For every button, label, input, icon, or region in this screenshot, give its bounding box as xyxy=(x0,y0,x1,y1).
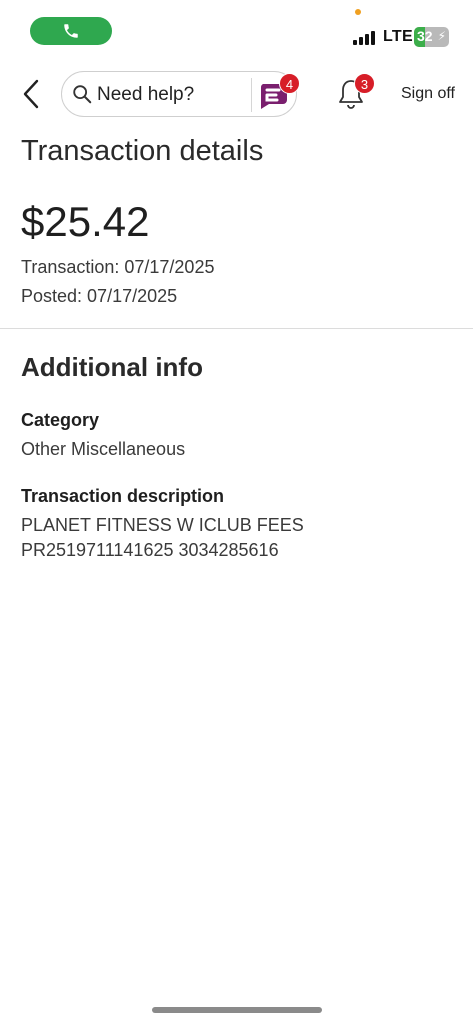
notifications-badge: 3 xyxy=(354,73,375,94)
chevron-left-icon xyxy=(23,79,39,109)
privacy-indicator-dot xyxy=(355,9,361,15)
category-value: Other Miscellaneous xyxy=(21,439,186,459)
battery-icon: 32 ⚡ xyxy=(414,27,449,47)
ongoing-call-pill[interactable] xyxy=(30,17,112,45)
status-bar: LTE 32 ⚡ xyxy=(0,0,473,62)
home-indicator[interactable] xyxy=(152,1007,322,1013)
description-label: Transaction description xyxy=(21,486,225,506)
back-button[interactable] xyxy=(16,76,46,112)
search-divider xyxy=(251,78,252,112)
transaction-date: Transaction: 07/17/2025 xyxy=(21,257,215,277)
section-divider xyxy=(0,328,473,329)
description-line-1: PLANET FITNESS W ICLUB FEES xyxy=(21,515,304,535)
signal-strength-icon xyxy=(353,29,377,45)
description-line-2: PR2519711141625 3034285616 xyxy=(21,540,279,560)
search-icon xyxy=(73,85,92,104)
phone-icon xyxy=(64,24,78,38)
assistant-notification-badge: 4 xyxy=(279,73,300,94)
category-label: Category xyxy=(21,410,100,430)
page-title: Transaction details xyxy=(21,135,264,167)
charging-icon: ⚡ xyxy=(437,29,446,43)
additional-info-title: Additional info xyxy=(21,352,203,382)
transaction-amount: $25.42 xyxy=(21,198,150,245)
search-placeholder: Need help? xyxy=(97,84,195,105)
battery-level: 32 xyxy=(417,28,433,44)
help-search-box[interactable]: Need help? 4 xyxy=(61,71,300,117)
network-type: LTE xyxy=(383,28,413,45)
posted-date: Posted: 07/17/2025 xyxy=(21,286,178,306)
sign-off-link[interactable]: Sign off xyxy=(401,85,455,103)
top-navigation: Need help? 4 3 Sign off xyxy=(0,62,473,126)
